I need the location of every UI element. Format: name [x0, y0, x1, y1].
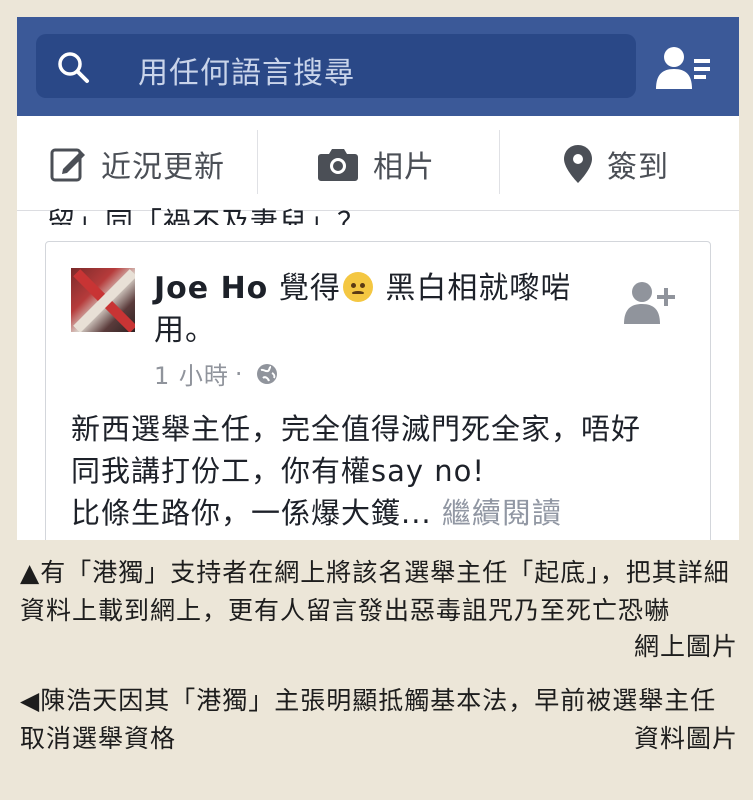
composer-bar: 近況更新 相片 簽到	[17, 116, 739, 211]
location-pin-icon	[564, 144, 592, 183]
angry-face-icon	[342, 272, 373, 302]
search-input[interactable]: 用任何語言搜尋	[138, 48, 355, 92]
top-bar: 用任何語言搜尋	[17, 17, 739, 116]
search-bar[interactable]: 用任何語言搜尋	[36, 34, 636, 98]
news-feed: 留」同「禍不及妻兒」？ Joe Ho 覺得 黑白相就嚟啱用。 1 小時 · 新西…	[17, 206, 739, 540]
add-friend-icon[interactable]	[624, 280, 676, 326]
post-action: 覺得	[268, 271, 341, 306]
photo-label: 相片	[373, 149, 435, 185]
post-header: Joe Ho 覺得 黑白相就嚟啱用。	[154, 268, 574, 352]
post-body-line: 同我講打份工，你有權say no!	[71, 454, 486, 488]
caption-text: ▲有「港獨」支持者在網上將該名選舉主任「起底」，把其詳細資料上載到網上，更有人留…	[20, 558, 730, 625]
camera-icon	[318, 148, 358, 181]
captions: ▲有「港獨」支持者在網上將該名選舉主任「起底」，把其詳細資料上載到網上，更有人留…	[20, 554, 738, 758]
photo-button[interactable]: 相片	[317, 116, 435, 211]
friend-requests-icon[interactable]	[654, 45, 712, 91]
globe-icon	[256, 363, 277, 384]
search-icon	[58, 52, 89, 83]
post-body: 新西選舉主任，完全值得滅門死全家，唔好 同我講打份工，你有權say no! 比條…	[71, 408, 691, 534]
post-body-line: 新西選舉主任，完全值得滅門死全家，唔好	[71, 412, 642, 446]
meta-separator: ·	[234, 359, 244, 388]
post-card: Joe Ho 覺得 黑白相就嚟啱用。 1 小時 · 新西選舉主任，完全值得滅門死…	[45, 241, 711, 540]
previous-post-text: 留」同「禍不及妻兒」？	[47, 206, 367, 225]
divider	[499, 130, 500, 194]
continue-reading-link[interactable]: 繼續閱讀	[442, 496, 562, 530]
facebook-screenshot: 用任何語言搜尋 近況更新 相片 簽到 留」同「禍不及妻兒」？ Joe Ho 覺得…	[17, 17, 739, 540]
caption-text: ◀陳浩天因其「港獨」主張明顯抵觸基本法，早前被選舉主任取消選舉資格	[20, 686, 717, 753]
check-in-button[interactable]: 簽到	[563, 116, 669, 211]
post-meta: 1 小時 ·	[154, 356, 278, 391]
edit-icon	[50, 148, 85, 181]
divider	[257, 130, 258, 194]
avatar[interactable]	[71, 268, 135, 332]
post-body-text: 比條生路你，一係爆大鑊...	[71, 496, 432, 530]
caption-1: ▲有「港獨」支持者在網上將該名選舉主任「起底」，把其詳細資料上載到網上，更有人留…	[20, 554, 738, 666]
author-name[interactable]: Joe Ho	[154, 271, 268, 306]
post-body-line: 比條生路你，一係爆大鑊... 繼續閱讀	[71, 492, 691, 534]
status-update-label: 近況更新	[101, 149, 225, 185]
photo-credit: 資料圖片	[633, 724, 738, 753]
post-time[interactable]: 1 小時	[154, 356, 229, 391]
check-in-label: 簽到	[607, 149, 669, 185]
photo-credit: 網上圖片	[633, 632, 738, 661]
status-update-button[interactable]: 近況更新	[49, 116, 225, 211]
caption-2: ◀陳浩天因其「港獨」主張明顯抵觸基本法，早前被選舉主任取消選舉資格 資料圖片	[20, 682, 738, 758]
